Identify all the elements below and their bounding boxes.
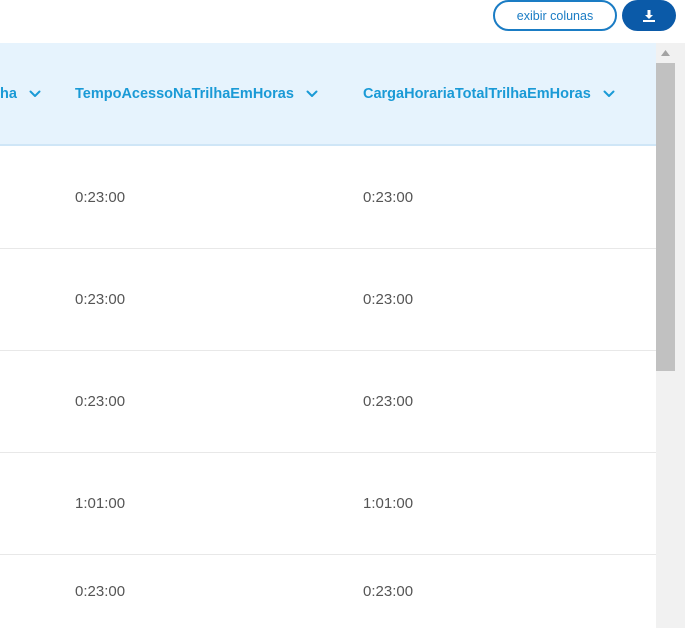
column-header-carga-horaria[interactable]: CargaHorariaTotalTrilhaEmHoras (363, 43, 615, 144)
table-toolbar: exibir colunas (0, 0, 685, 43)
carga-horaria-cell: 0:23:00 (363, 392, 414, 410)
table-header: ha TempoAcessoNaTrilhaEmHoras CargaHorar… (0, 43, 656, 146)
table-row: 1:01:00 1:01:00 (0, 452, 656, 555)
carga-horaria-cell: 0:23:00 (363, 582, 414, 600)
carga-horaria-cell: 1:01:00 (363, 494, 414, 512)
tempo-acesso-cell: 0:23:00 (75, 290, 126, 308)
chevron-down-icon[interactable] (306, 90, 318, 98)
tempo-acesso-cell: 0:23:00 (75, 392, 126, 410)
tempo-acesso-cell: 0:23:00 (75, 188, 126, 206)
chevron-down-icon[interactable] (29, 90, 41, 98)
column-header-label: TempoAcessoNaTrilhaEmHoras (75, 85, 294, 102)
data-table: ha TempoAcessoNaTrilhaEmHoras CargaHorar… (0, 43, 656, 628)
scrollbar-thumb[interactable] (656, 63, 675, 371)
carga-horaria-cell: 0:23:00 (363, 188, 414, 206)
column-header-label: ha (0, 85, 17, 102)
download-button[interactable] (622, 0, 676, 31)
column-header-tempo-acesso[interactable]: TempoAcessoNaTrilhaEmHoras (75, 43, 318, 144)
vertical-scrollbar[interactable] (656, 43, 685, 628)
chevron-down-icon[interactable] (603, 90, 615, 98)
table-row: 0:23:00 0:23:00 (0, 146, 656, 249)
show-columns-label: exibir colunas (516, 8, 594, 23)
tempo-acesso-cell: 1:01:00 (75, 494, 126, 512)
table-row: 0:23:00 0:23:00 (0, 248, 656, 351)
tempo-acesso-cell: 0:23:00 (75, 582, 126, 600)
column-header-label: CargaHorariaTotalTrilhaEmHoras (363, 85, 591, 102)
table-row: 0:23:00 0:23:00 (0, 350, 656, 453)
carga-horaria-cell: 0:23:00 (363, 290, 414, 308)
download-icon (643, 9, 655, 22)
scroll-up-arrow-icon[interactable] (656, 43, 675, 63)
column-header-partial[interactable]: ha (0, 43, 41, 144)
show-columns-button[interactable]: exibir colunas (493, 0, 617, 31)
table-row: 0:23:00 0:23:00 (0, 554, 656, 628)
